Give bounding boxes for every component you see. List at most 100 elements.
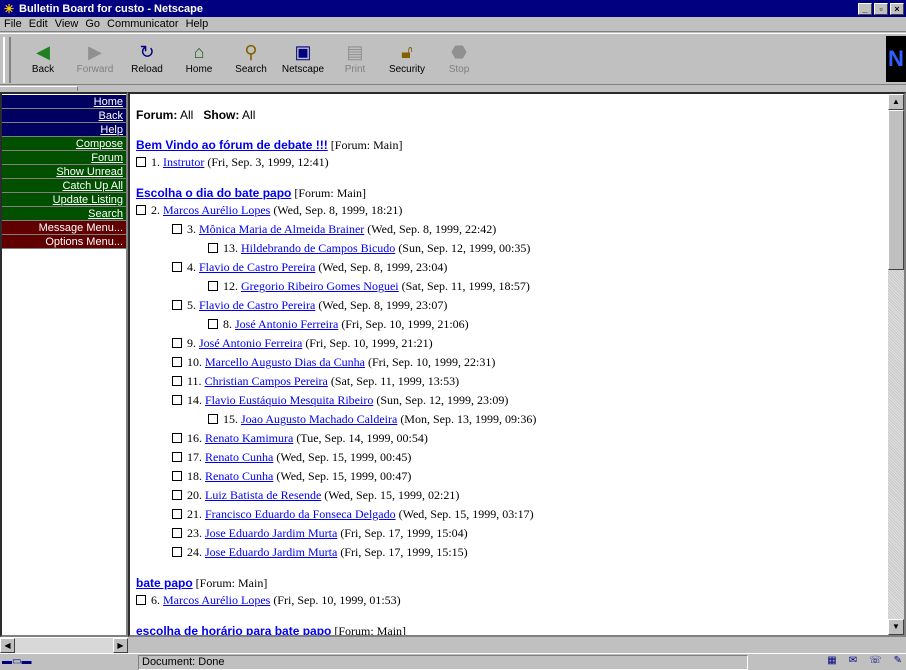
search-button[interactable]: ⚲ Search	[226, 40, 276, 80]
content-frame: Forum: All Show: All Bem Vindo ao fórum …	[128, 92, 906, 637]
message-author-link[interactable]: Christian Campos Pereira	[205, 374, 328, 388]
message-checkbox[interactable]	[172, 509, 182, 519]
message-checkbox[interactable]	[172, 338, 182, 348]
message-checkbox[interactable]	[208, 281, 218, 291]
nav-message-menu[interactable]: Message Menu...	[2, 221, 126, 235]
message-checkbox[interactable]	[172, 395, 182, 405]
nav-search-link[interactable]: Search	[2, 207, 126, 221]
message-checkbox[interactable]	[172, 224, 182, 234]
message-author-link[interactable]: Marcos Aurélio Lopes	[163, 203, 270, 217]
message-author-link[interactable]: José Antonio Ferreira	[199, 336, 302, 350]
menu-communicator[interactable]: Communicator	[107, 18, 179, 30]
location-toolbar-tab[interactable]	[0, 86, 78, 91]
message-row: 3. Mônica Maria de Almeida Brainer (Wed,…	[136, 220, 896, 239]
stop-button[interactable]: ⬣ Stop	[434, 40, 484, 80]
nav-home-link[interactable]: Home	[2, 95, 126, 109]
message-checkbox[interactable]	[208, 414, 218, 424]
netscape-logo[interactable]: N	[886, 36, 906, 82]
message-number: 18.	[187, 469, 202, 483]
message-checkbox[interactable]	[136, 205, 146, 215]
menu-go[interactable]: Go	[85, 18, 100, 30]
print-button[interactable]: ▤ Print	[330, 40, 380, 80]
security-button[interactable]: 🔓︎ Security	[382, 40, 432, 80]
message-author-link[interactable]: Luiz Batista de Resende	[205, 488, 321, 502]
message-checkbox[interactable]	[172, 357, 182, 367]
mail-icon[interactable]: ✉	[849, 655, 857, 670]
home-button[interactable]: ⌂ Home	[174, 40, 224, 80]
thread-forum-tag: [Forum: Main]	[294, 186, 367, 200]
nav-catch-up-all-link[interactable]: Catch Up All	[2, 179, 126, 193]
close-button[interactable]: ×	[890, 2, 904, 15]
nav-update-listing-link[interactable]: Update Listing	[2, 193, 126, 207]
nav-show-unread-link[interactable]: Show Unread	[2, 165, 126, 179]
message-date: (Wed, Sep. 15, 1999, 03:17)	[398, 507, 534, 521]
nav-compose-link[interactable]: Compose	[2, 137, 126, 151]
nav-back-link[interactable]: Back	[2, 109, 126, 123]
message-author-link[interactable]: Joao Augusto Machado Caldeira	[241, 412, 397, 426]
message-date: (Wed, Sep. 15, 1999, 00:45)	[276, 450, 412, 464]
message-row: 23. Jose Eduardo Jardim Murta (Fri, Sep.…	[136, 524, 896, 543]
message-checkbox[interactable]	[172, 376, 182, 386]
message-checkbox[interactable]	[208, 319, 218, 329]
message-author-link[interactable]: Flavio de Castro Pereira	[199, 260, 315, 274]
message-author-link[interactable]: Flavio de Castro Pereira	[199, 298, 315, 312]
thread-title-link[interactable]: bate papo	[136, 576, 193, 590]
message-checkbox[interactable]	[172, 547, 182, 557]
message-checkbox[interactable]	[172, 490, 182, 500]
composer-icon[interactable]: ✎	[894, 655, 902, 670]
message-author-link[interactable]: Gregorio Ribeiro Gomes Noguei	[241, 279, 399, 293]
toolbar-grip[interactable]	[3, 37, 11, 83]
message-date: (Fri, Sep. 10, 1999, 22:31)	[367, 355, 496, 369]
scroll-down-icon[interactable]: ▼	[888, 619, 904, 635]
message-author-link[interactable]: Marcos Aurélio Lopes	[163, 593, 270, 607]
thread-title-link[interactable]: escolha de horário para bate papo	[136, 624, 331, 635]
message-author-link[interactable]: Flavio Eustáquio Mesquita Ribeiro	[205, 393, 373, 407]
nav-options-menu[interactable]: Options Menu...	[2, 235, 126, 249]
minimize-button[interactable]: _	[858, 2, 872, 15]
discussion-icon[interactable]: ☏	[869, 655, 882, 670]
nav-forum-link[interactable]: Forum	[2, 151, 126, 165]
message-author-link[interactable]: Instrutor	[163, 155, 204, 169]
message-checkbox[interactable]	[136, 595, 146, 605]
message-author-link[interactable]: Jose Eduardo Jardim Murta	[205, 526, 337, 540]
security-label: Security	[388, 64, 426, 75]
message-checkbox[interactable]	[172, 528, 182, 538]
message-checkbox[interactable]	[172, 452, 182, 462]
thread-title-link[interactable]: Bem Vindo ao fórum de debate !!!	[136, 138, 328, 152]
menu-view[interactable]: View	[55, 18, 79, 30]
forward-button[interactable]: ▶ Forward	[70, 40, 120, 80]
scroll-left-icon[interactable]: ◀	[0, 638, 15, 653]
scroll-thumb[interactable]	[888, 110, 904, 270]
netscape-button[interactable]: ▣ Netscape	[278, 40, 328, 80]
menu-file[interactable]: File	[4, 18, 22, 30]
nav-frame-horizontal-scrollbar[interactable]: ◀ ▶	[0, 637, 128, 653]
back-button[interactable]: ◀ Back	[18, 40, 68, 80]
message-checkbox[interactable]	[172, 471, 182, 481]
message-author-link[interactable]: Renato Kamimura	[205, 431, 293, 445]
nav-help-link[interactable]: Help	[2, 123, 126, 137]
message-author-link[interactable]: Francisco Eduardo da Fonseca Delgado	[205, 507, 396, 521]
message-author-link[interactable]: Renato Cunha	[205, 450, 273, 464]
message-author-link[interactable]: José Antonio Ferreira	[235, 317, 338, 331]
title-bar: ✳ Bulletin Board for custo - Netscape _ …	[0, 0, 906, 17]
navigator-icon[interactable]: ▦	[827, 655, 836, 670]
scroll-up-icon[interactable]: ▲	[888, 94, 904, 110]
scroll-right-icon[interactable]: ▶	[113, 638, 128, 653]
content-vertical-scrollbar[interactable]: ▲ ▼	[888, 94, 904, 635]
menu-help[interactable]: Help	[186, 18, 209, 30]
message-author-link[interactable]: Renato Cunha	[205, 469, 273, 483]
menu-edit[interactable]: Edit	[29, 18, 48, 30]
message-date: (Sat, Sep. 11, 1999, 13:53)	[330, 374, 460, 388]
message-author-link[interactable]: Hildebrando de Campos Bicudo	[241, 241, 395, 255]
message-checkbox[interactable]	[208, 243, 218, 253]
reload-button[interactable]: ↻ Reload	[122, 40, 172, 80]
thread-title-link[interactable]: Escolha o dia do bate papo	[136, 186, 291, 200]
maximize-button[interactable]: ▫	[874, 2, 888, 15]
message-author-link[interactable]: Jose Eduardo Jardim Murta	[205, 545, 337, 559]
message-checkbox[interactable]	[172, 300, 182, 310]
message-author-link[interactable]: Mônica Maria de Almeida Brainer	[199, 222, 364, 236]
message-checkbox[interactable]	[172, 433, 182, 443]
message-checkbox[interactable]	[136, 157, 146, 167]
message-checkbox[interactable]	[172, 262, 182, 272]
message-author-link[interactable]: Marcello Augusto Dias da Cunha	[205, 355, 365, 369]
